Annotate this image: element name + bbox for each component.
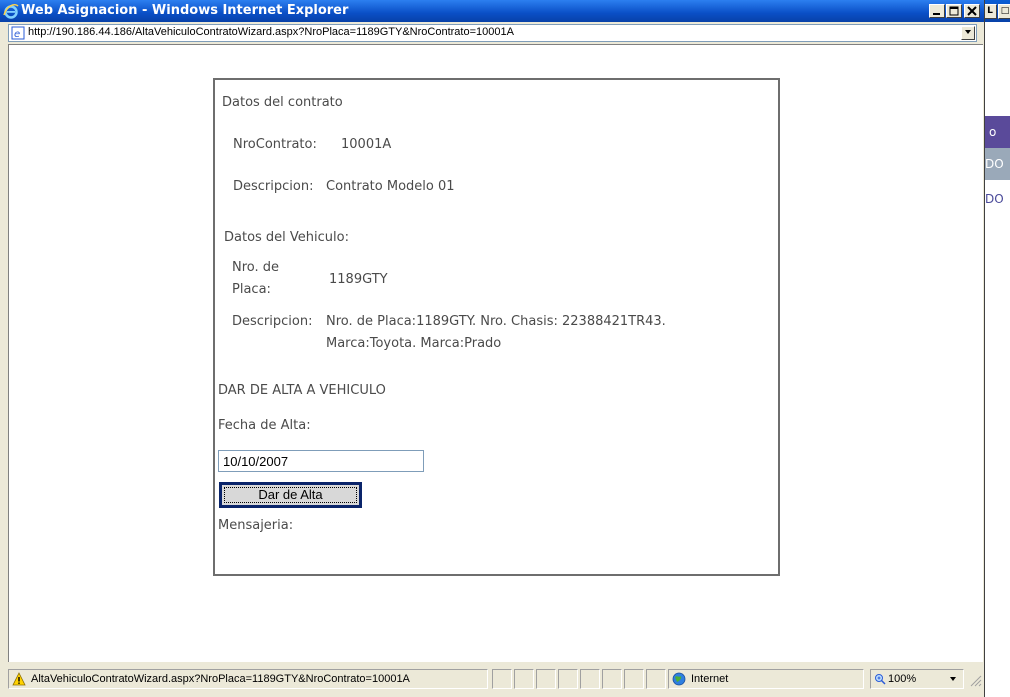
address-url[interactable]: http://190.186.44.186/AltaVehiculoContra… — [28, 26, 514, 38]
status-pane — [646, 669, 666, 689]
address-field[interactable]: e http://190.186.44.186/AltaVehiculoCont… — [8, 24, 977, 42]
dar-de-alta-button[interactable]: Dar de Alta — [219, 482, 362, 508]
zoom-icon — [875, 674, 886, 685]
warning-icon[interactable] — [12, 672, 26, 686]
minimize-icon — [933, 13, 940, 15]
page-content: Datos del contrato NroContrato: 10001A D… — [8, 44, 983, 662]
chevron-down-icon — [965, 30, 971, 34]
nro-placa-label-1: Nro. de — [232, 260, 280, 275]
globe-icon — [672, 672, 686, 686]
status-bar: AltaVehiculoContratoWizard.aspx?NroPlaca… — [0, 667, 984, 691]
status-pane — [602, 669, 622, 689]
close-button[interactable] — [964, 4, 980, 18]
maximize-icon — [949, 6, 959, 16]
background-close-button[interactable]: L — [983, 4, 997, 19]
title-bar[interactable]: Web Asignacion - Windows Internet Explor… — [0, 0, 984, 22]
background-window-titlebar: L □ — [983, 0, 1010, 22]
status-pane — [624, 669, 644, 689]
background-row-link[interactable]: DO — [985, 184, 1010, 214]
nro-contrato-label: NroContrato: — [233, 137, 317, 152]
mensajeria-label: Mensajeria: — [218, 518, 294, 533]
background-row-header: o — [985, 116, 1010, 148]
contrato-heading: Datos del contrato — [222, 95, 343, 110]
window-title: Web Asignacion - Windows Internet Explor… — [21, 3, 349, 18]
status-pane — [514, 669, 534, 689]
dar-de-alta-label: Dar de Alta — [224, 487, 357, 503]
security-zone-label: Internet — [691, 673, 729, 685]
alta-heading: DAR DE ALTA A VEHICULO — [218, 383, 386, 398]
status-pane — [536, 669, 556, 689]
security-zone-pane[interactable]: Internet — [668, 669, 864, 689]
fecha-alta-label: Fecha de Alta: — [218, 418, 311, 433]
status-pane — [558, 669, 578, 689]
status-main-pane: AltaVehiculoContratoWizard.aspx?NroPlaca… — [8, 669, 488, 689]
vehiculo-descripcion-line-1: Nro. de Placa:1189GTY. Nro. Chasis: 2238… — [326, 314, 666, 329]
chevron-down-icon — [950, 677, 956, 681]
background-row: DO — [985, 148, 1010, 180]
close-icon — [967, 6, 977, 16]
maximize-button[interactable] — [946, 4, 962, 18]
contrato-descripcion-value: Contrato Modelo 01 — [326, 179, 455, 194]
ie-logo-icon — [3, 3, 19, 19]
zoom-pane[interactable]: 100% — [870, 669, 964, 689]
background-window: L □ o DO DO — [983, 0, 1010, 697]
resize-grip-icon[interactable] — [968, 673, 982, 687]
asignacion-panel: Datos del contrato NroContrato: 10001A D… — [213, 78, 780, 576]
vehiculo-descripcion-label: Descripcion: — [232, 314, 313, 329]
address-dropdown-button[interactable] — [961, 26, 975, 40]
zoom-level: 100% — [888, 673, 917, 685]
fecha-alta-input[interactable] — [218, 450, 424, 472]
background-button[interactable]: □ — [998, 4, 1010, 19]
vehiculo-descripcion-line-2: Marca:Toyota. Marca:Prado — [326, 336, 502, 351]
status-pane — [492, 669, 512, 689]
vehiculo-heading: Datos del Vehiculo: — [224, 230, 349, 245]
nro-placa-value: 1189GTY — [329, 272, 388, 287]
nro-contrato-value: 10001A — [341, 137, 392, 152]
minimize-button[interactable] — [929, 4, 945, 18]
nro-placa-label-2: Placa: — [232, 282, 271, 297]
page-icon: e — [11, 26, 25, 40]
status-pane — [580, 669, 600, 689]
ie-window: Web Asignacion - Windows Internet Explor… — [0, 0, 985, 697]
svg-text:e: e — [14, 29, 20, 40]
contrato-descripcion-label: Descripcion: — [233, 179, 314, 194]
status-text: AltaVehiculoContratoWizard.aspx?NroPlaca… — [31, 673, 410, 685]
address-bar: e http://190.186.44.186/AltaVehiculoCont… — [0, 22, 984, 44]
